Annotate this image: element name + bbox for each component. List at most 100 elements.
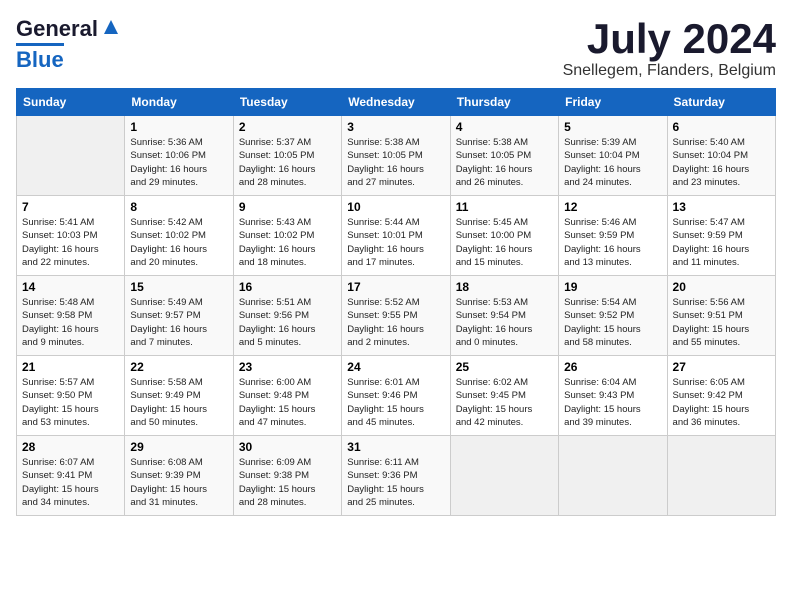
- day-number: 9: [239, 200, 336, 214]
- day-info: Sunrise: 6:08 AM Sunset: 9:39 PM Dayligh…: [130, 456, 227, 509]
- calendar-cell: 10 Sunrise: 5:44 AM Sunset: 10:01 PM Dayl…: [342, 196, 450, 276]
- day-number: 24: [347, 360, 444, 374]
- day-number: 23: [239, 360, 336, 374]
- day-number: 10: [347, 200, 444, 214]
- calendar-cell: 5 Sunrise: 5:39 AM Sunset: 10:04 PM Dayli…: [559, 116, 667, 196]
- calendar-cell: 19 Sunrise: 5:54 AM Sunset: 9:52 PM Dayli…: [559, 276, 667, 356]
- calendar-week-5: 28Sunrise: 6:07 AM Sunset: 9:41 PM Dayli…: [17, 436, 776, 516]
- calendar-cell: 2 Sunrise: 5:37 AM Sunset: 10:05 PM Dayli…: [233, 116, 341, 196]
- calendar-cell: 28Sunrise: 6:07 AM Sunset: 9:41 PM Dayli…: [17, 436, 125, 516]
- day-number: 16: [239, 280, 336, 294]
- day-info: Sunrise: 5:54 AM Sunset: 9:52 PM Dayligh…: [564, 296, 661, 349]
- calendar-cell: 23 Sunrise: 6:00 AM Sunset: 9:48 PM Dayli…: [233, 356, 341, 436]
- calendar-cell: 22 Sunrise: 5:58 AM Sunset: 9:49 PM Dayli…: [125, 356, 233, 436]
- day-info: Sunrise: 5:37 AM Sunset: 10:05 PM Daylig…: [239, 136, 336, 189]
- day-info: Sunrise: 6:07 AM Sunset: 9:41 PM Dayligh…: [22, 456, 119, 509]
- calendar-week-3: 14 Sunrise: 5:48 AM Sunset: 9:58 PM Dayli…: [17, 276, 776, 356]
- day-info: Sunrise: 5:36 AM Sunset: 10:06 PM Daylig…: [130, 136, 227, 189]
- day-number: 4: [456, 120, 553, 134]
- day-info: Sunrise: 6:09 AM Sunset: 9:38 PM Dayligh…: [239, 456, 336, 509]
- calendar-cell: 6 Sunrise: 5:40 AM Sunset: 10:04 PM Dayli…: [667, 116, 775, 196]
- day-number: 19: [564, 280, 661, 294]
- calendar-cell: 9Sunrise: 5:43 AM Sunset: 10:02 PM Dayli…: [233, 196, 341, 276]
- day-info: Sunrise: 5:53 AM Sunset: 9:54 PM Dayligh…: [456, 296, 553, 349]
- day-header-tuesday: Tuesday: [233, 89, 341, 116]
- day-info: Sunrise: 5:47 AM Sunset: 9:59 PM Dayligh…: [673, 216, 770, 269]
- day-info: Sunrise: 5:40 AM Sunset: 10:04 PM Daylig…: [673, 136, 770, 189]
- day-header-sunday: Sunday: [17, 89, 125, 116]
- day-number: 20: [673, 280, 770, 294]
- calendar-table: SundayMondayTuesdayWednesdayThursdayFrid…: [16, 88, 776, 516]
- logo-triangle-icon: [100, 16, 122, 38]
- calendar-cell: 4 Sunrise: 5:38 AM Sunset: 10:05 PM Dayli…: [450, 116, 558, 196]
- day-number: 15: [130, 280, 227, 294]
- day-info: Sunrise: 5:48 AM Sunset: 9:58 PM Dayligh…: [22, 296, 119, 349]
- calendar-cell: 25Sunrise: 6:02 AM Sunset: 9:45 PM Dayli…: [450, 356, 558, 436]
- calendar-cell: 29 Sunrise: 6:08 AM Sunset: 9:39 PM Dayli…: [125, 436, 233, 516]
- day-number: 29: [130, 440, 227, 454]
- day-number: 14: [22, 280, 119, 294]
- calendar-cell: 11Sunrise: 5:45 AM Sunset: 10:00 PM Dayl…: [450, 196, 558, 276]
- calendar-cell: 14 Sunrise: 5:48 AM Sunset: 9:58 PM Dayli…: [17, 276, 125, 356]
- day-info: Sunrise: 6:11 AM Sunset: 9:36 PM Dayligh…: [347, 456, 444, 509]
- day-info: Sunrise: 5:44 AM Sunset: 10:01 PM Daylig…: [347, 216, 444, 269]
- day-info: Sunrise: 5:49 AM Sunset: 9:57 PM Dayligh…: [130, 296, 227, 349]
- calendar-week-4: 21 Sunrise: 5:57 AM Sunset: 9:50 PM Dayli…: [17, 356, 776, 436]
- day-header-friday: Friday: [559, 89, 667, 116]
- day-info: Sunrise: 5:39 AM Sunset: 10:04 PM Daylig…: [564, 136, 661, 189]
- calendar-cell: 16 Sunrise: 5:51 AM Sunset: 9:56 PM Dayli…: [233, 276, 341, 356]
- calendar-header-row: SundayMondayTuesdayWednesdayThursdayFrid…: [17, 89, 776, 116]
- month-title: July 2024: [563, 16, 776, 62]
- calendar-cell: 30 Sunrise: 6:09 AM Sunset: 9:38 PM Dayli…: [233, 436, 341, 516]
- calendar-cell: [559, 436, 667, 516]
- day-info: Sunrise: 5:45 AM Sunset: 10:00 PM Daylig…: [456, 216, 553, 269]
- calendar-cell: 1 Sunrise: 5:36 AM Sunset: 10:06 PM Dayli…: [125, 116, 233, 196]
- day-info: Sunrise: 5:41 AM Sunset: 10:03 PM Daylig…: [22, 216, 119, 269]
- day-header-thursday: Thursday: [450, 89, 558, 116]
- day-number: 26: [564, 360, 661, 374]
- page-header: General Blue July 2024 Snellegem, Flande…: [16, 16, 776, 80]
- day-info: Sunrise: 6:04 AM Sunset: 9:43 PM Dayligh…: [564, 376, 661, 429]
- calendar-cell: 27Sunrise: 6:05 AM Sunset: 9:42 PM Dayli…: [667, 356, 775, 436]
- calendar-cell: 31Sunrise: 6:11 AM Sunset: 9:36 PM Dayli…: [342, 436, 450, 516]
- logo-blue: Blue: [16, 47, 64, 73]
- day-info: Sunrise: 5:51 AM Sunset: 9:56 PM Dayligh…: [239, 296, 336, 349]
- calendar-cell: [17, 116, 125, 196]
- calendar-week-1: 1 Sunrise: 5:36 AM Sunset: 10:06 PM Dayli…: [17, 116, 776, 196]
- calendar-cell: 8 Sunrise: 5:42 AM Sunset: 10:02 PM Dayli…: [125, 196, 233, 276]
- day-info: Sunrise: 5:46 AM Sunset: 9:59 PM Dayligh…: [564, 216, 661, 269]
- calendar-cell: 13Sunrise: 5:47 AM Sunset: 9:59 PM Dayli…: [667, 196, 775, 276]
- day-number: 30: [239, 440, 336, 454]
- day-number: 25: [456, 360, 553, 374]
- day-number: 5: [564, 120, 661, 134]
- day-number: 7: [22, 200, 119, 214]
- day-header-saturday: Saturday: [667, 89, 775, 116]
- day-number: 22: [130, 360, 227, 374]
- day-number: 21: [22, 360, 119, 374]
- day-info: Sunrise: 5:42 AM Sunset: 10:02 PM Daylig…: [130, 216, 227, 269]
- day-number: 6: [673, 120, 770, 134]
- calendar-cell: 3Sunrise: 5:38 AM Sunset: 10:05 PM Dayli…: [342, 116, 450, 196]
- calendar-cell: 12 Sunrise: 5:46 AM Sunset: 9:59 PM Dayli…: [559, 196, 667, 276]
- day-number: 17: [347, 280, 444, 294]
- logo: General Blue: [16, 16, 122, 73]
- day-header-wednesday: Wednesday: [342, 89, 450, 116]
- day-number: 1: [130, 120, 227, 134]
- day-info: Sunrise: 5:38 AM Sunset: 10:05 PM Daylig…: [456, 136, 553, 189]
- day-number: 3: [347, 120, 444, 134]
- day-number: 8: [130, 200, 227, 214]
- calendar-cell: 18Sunrise: 5:53 AM Sunset: 9:54 PM Dayli…: [450, 276, 558, 356]
- calendar-week-2: 7 Sunrise: 5:41 AM Sunset: 10:03 PM Dayli…: [17, 196, 776, 276]
- day-info: Sunrise: 5:57 AM Sunset: 9:50 PM Dayligh…: [22, 376, 119, 429]
- title-block: July 2024 Snellegem, Flanders, Belgium: [563, 16, 776, 80]
- day-number: 2: [239, 120, 336, 134]
- day-number: 12: [564, 200, 661, 214]
- logo-general: General: [16, 16, 98, 42]
- day-info: Sunrise: 5:58 AM Sunset: 9:49 PM Dayligh…: [130, 376, 227, 429]
- calendar-cell: 7 Sunrise: 5:41 AM Sunset: 10:03 PM Dayli…: [17, 196, 125, 276]
- day-info: Sunrise: 5:56 AM Sunset: 9:51 PM Dayligh…: [673, 296, 770, 349]
- calendar-cell: 15 Sunrise: 5:49 AM Sunset: 9:57 PM Dayli…: [125, 276, 233, 356]
- day-header-monday: Monday: [125, 89, 233, 116]
- day-info: Sunrise: 5:52 AM Sunset: 9:55 PM Dayligh…: [347, 296, 444, 349]
- day-info: Sunrise: 6:00 AM Sunset: 9:48 PM Dayligh…: [239, 376, 336, 429]
